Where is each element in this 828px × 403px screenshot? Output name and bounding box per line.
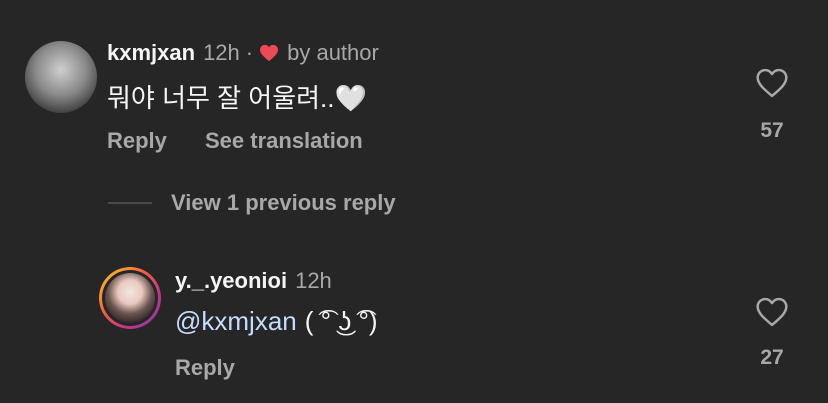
comment-header: kxmjxan 12h · by author [107, 40, 379, 66]
separator-dot: · [245, 40, 254, 65]
comment-username[interactable]: kxmjxan [107, 40, 195, 66]
reply-like-count: 27 [760, 346, 784, 369]
reply-text: ( ͡° ͜ʖ ͡°) [304, 306, 378, 336]
reply-header: y._.yeonioi 12h [175, 268, 332, 294]
comment-timestamp: 12h [203, 40, 240, 65]
reply-like-heart-icon[interactable] [755, 297, 789, 327]
reply-avatar-story-ring[interactable] [99, 267, 161, 329]
reply-body: @kxmjxan ( ͡° ͜ʖ ͡°) [175, 306, 378, 337]
reply-button[interactable]: Reply [107, 128, 167, 154]
comment-like-count: 57 [760, 119, 784, 142]
like-heart-icon[interactable] [755, 68, 789, 98]
commenter-avatar[interactable] [25, 41, 97, 113]
reply-mention-link[interactable]: @kxmjxan [175, 306, 297, 337]
author-badge: by author [287, 40, 379, 65]
see-translation-button[interactable]: See translation [205, 128, 363, 154]
author-heart-icon [260, 44, 279, 62]
comment-text: 뭐야 너무 잘 어울려..🤍 [107, 83, 367, 113]
view-previous-replies-button[interactable]: View 1 previous reply [171, 190, 396, 216]
reply-reply-button[interactable]: Reply [175, 355, 235, 381]
reply-timestamp: 12h [295, 268, 332, 293]
replies-divider [108, 202, 152, 204]
reply-username[interactable]: y._.yeonioi [175, 268, 287, 294]
reply-avatar [105, 273, 155, 323]
comment-body: 뭐야 너무 잘 어울려..🤍 [107, 78, 367, 115]
